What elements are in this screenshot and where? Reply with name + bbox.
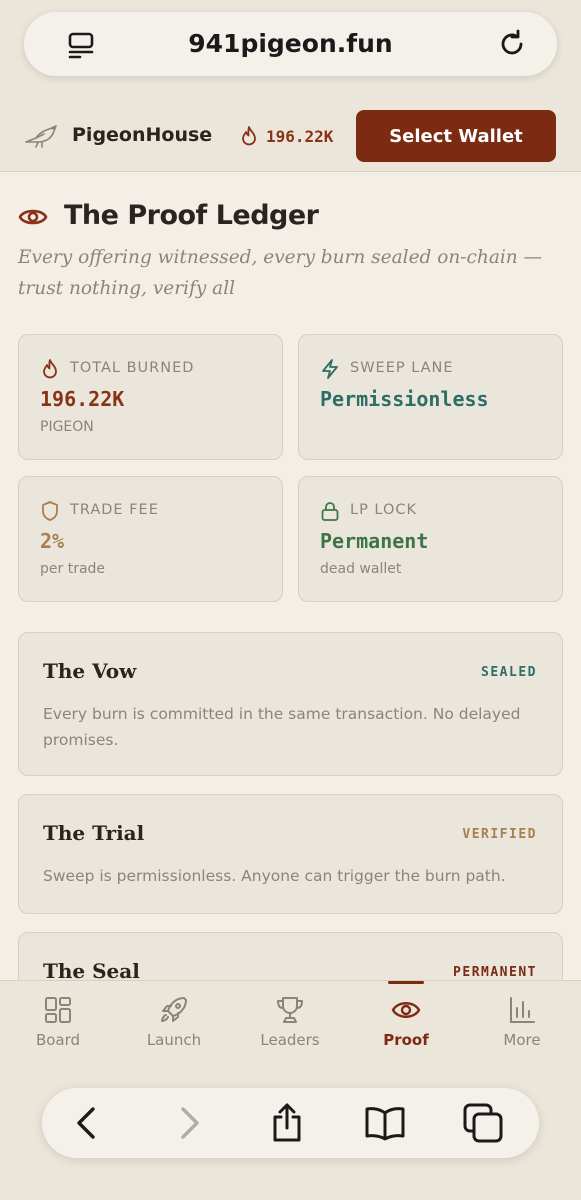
nav-label: Launch: [146, 1031, 202, 1049]
stat-sub: dead wallet: [320, 561, 402, 577]
active-tab-indicator: [388, 981, 424, 984]
bookmarks-icon[interactable]: [364, 1102, 406, 1144]
stat-sub: per trade: [40, 561, 106, 577]
status-badge: VERIFIED: [462, 827, 537, 842]
nav-item-launch[interactable]: Launch: [116, 981, 232, 1061]
lightning-icon: [322, 359, 338, 379]
flame-icon: [43, 359, 57, 379]
page-title: The Proof Ledger: [64, 200, 319, 231]
card-body: Every burn is committed in the same tran…: [43, 705, 521, 749]
nav-label: Proof: [383, 1031, 429, 1049]
stat-label: TRADE FEE: [70, 502, 159, 518]
nav-item-board[interactable]: Board: [0, 981, 116, 1061]
nav-label: More: [503, 1031, 541, 1049]
eye-icon: [391, 1002, 421, 1018]
back-icon[interactable]: [66, 1102, 108, 1144]
card-the-trial: The Trial VERIFIED Sweep is permissionle…: [18, 794, 563, 914]
flame-icon: [242, 126, 256, 146]
lock-icon: [321, 502, 339, 521]
address-bar[interactable]: 941pigeon.fun: [24, 12, 557, 76]
proof-page: The Proof Ledger Every offering witnesse…: [0, 172, 581, 980]
card-body: Sweep is permissionless. Anyone can trig…: [43, 867, 506, 885]
nav-item-proof[interactable]: Proof: [348, 981, 464, 1061]
status-badge: PERMANENT: [453, 965, 537, 980]
nav-label: Leaders: [260, 1031, 320, 1049]
nav-item-leaders[interactable]: Leaders: [232, 981, 348, 1061]
bottom-nav: Board Launch Leaders Proof More: [0, 980, 581, 1070]
header-burn-total: 196.22K: [266, 127, 334, 146]
card-title: The Vow: [43, 659, 137, 683]
card-the-seal: The Seal PERMANENT: [18, 932, 563, 980]
rocket-icon: [161, 997, 187, 1022]
stat-label: LP LOCK: [350, 502, 418, 518]
app-header: PigeonHouse 196.22K Select Wallet: [0, 100, 581, 172]
browser-toolbar: [42, 1088, 539, 1158]
url-text[interactable]: 941pigeon.fun: [84, 12, 497, 76]
card-the-vow: The Vow SEALED Every burn is committed i…: [18, 632, 563, 776]
stat-lp-lock: LP LOCK Permanent dead wallet: [298, 476, 563, 602]
page-subtitle: Every offering witnessed, every burn sea…: [18, 247, 543, 299]
share-icon[interactable]: [266, 1102, 308, 1144]
stat-trade-fee: TRADE FEE 2% per trade: [18, 476, 283, 602]
nav-item-more[interactable]: More: [464, 981, 580, 1061]
forward-icon[interactable]: [168, 1102, 210, 1144]
stat-label: SWEEP LANE: [350, 360, 454, 376]
card-title: The Trial: [43, 821, 145, 845]
pigeon-icon[interactable]: [24, 122, 60, 148]
eye-icon: [18, 209, 48, 225]
bar-chart-icon: [510, 997, 535, 1023]
stat-value: 196.22K: [40, 387, 125, 411]
reload-icon[interactable]: [497, 29, 527, 59]
tabs-overview-icon[interactable]: [462, 1102, 504, 1144]
browser-top-bar: 941pigeon.fun: [0, 0, 581, 100]
stat-label: TOTAL BURNED: [70, 360, 195, 376]
stat-value: Permanent: [320, 529, 429, 553]
grid-icon: [45, 997, 71, 1023]
stat-sub: PIGEON: [40, 419, 94, 435]
trophy-icon: [277, 997, 303, 1023]
card-title: The Seal: [43, 959, 140, 980]
stat-sweep-lane: SWEEP LANE Permissionless: [298, 334, 563, 460]
shield-icon: [42, 501, 58, 521]
nav-label: Board: [35, 1031, 81, 1049]
status-badge: SEALED: [481, 665, 537, 680]
select-wallet-button[interactable]: Select Wallet: [356, 110, 556, 162]
stat-value: 2%: [40, 529, 65, 553]
stat-value: Permissionless: [320, 387, 489, 411]
brand-name[interactable]: PigeonHouse: [72, 124, 212, 146]
stat-total-burned: TOTAL BURNED 196.22K PIGEON: [18, 334, 283, 460]
